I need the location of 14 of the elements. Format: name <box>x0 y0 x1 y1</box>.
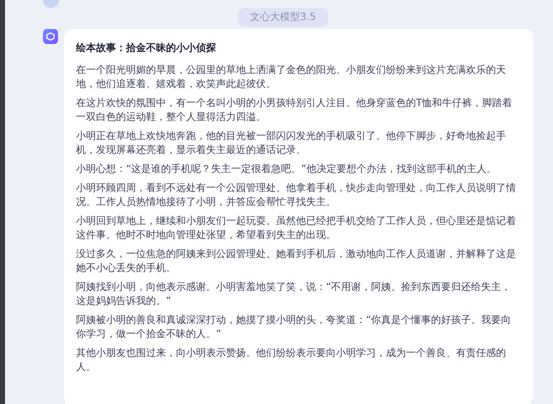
story-title: 绘本故事：拾金不昧的小小侦探 <box>76 42 217 56</box>
story-paragraph: 阿姨被小明的善良和真诚深深打动，她摸了摸小明的头，夸奖道：“你真是个懂事的好孩子。我要向你学习，做一个拾金不昧的人。” <box>76 314 512 342</box>
user-avatar <box>43 0 59 8</box>
story-paragraph: 没过多久，一位焦急的阿姨来到公园管理处。她看到手机后，激动地向工作人员道谢，并解释了这是她不小心丢失的手机。 <box>76 248 517 276</box>
story-paragraph: 阿姨找到小明，向他表示感谢。小明害羞地笑了笑，说：“不用谢，阿姨。捡到东西要归还给失主，这是妈妈告诉我的。” <box>76 281 512 309</box>
story-paragraph: 在这片欢快的氛围中，有一个名叫小明的小男孩特别引人注目。他身穿蓝色的T恤和牛仔裤，脚踏着一双白色的运动鞋，整个人显得活力四溢。 <box>76 97 514 125</box>
model-badge: 文心大模型3.5 <box>238 8 328 27</box>
story-paragraph: 小明正在草地上欢快地奔跑，他的目光被一部闪闪发光的手机吸引了。他停下脚步，好奇地捡起手机，发现屏幕还亮着，显示着失主最近的通话记录。 <box>76 130 507 158</box>
story-paragraph: 在一个阳光明媚的早晨，公园里的草地上洒满了金色的阳光。小朋友们纷纷来到这片充满欢乐的天地，他们追逐着、嬉戏着，欢笑声此起彼伏。 <box>76 64 507 92</box>
story-paragraph: 其他小朋友也围过来，向小明表示赞扬。他们纷纷表示要向小明学习，成为一个善良、有责任感的人。 <box>76 347 507 375</box>
story-paragraph: 小明环顾四周，看到不远处有一个公园管理处。他拿着手机，快步走向管理处，向工作人员说明了情况。工作人员热情地接待了小明，并答应会帮忙寻找失主。 <box>76 182 517 210</box>
story-paragraph: 小明心想：“这是谁的手机呢？失主一定很着急吧。”他决定要想个办法，找到这部手机的主人。 <box>76 163 498 177</box>
story-paragraph: 小明回到草地上，继续和小朋友们一起玩耍。虽然他已经把手机交给了工作人员，但心里还是惦记着这件事。他时不时地向管理处张望，希望看到失主的出现。 <box>76 215 517 243</box>
hexagon-icon <box>46 32 55 41</box>
